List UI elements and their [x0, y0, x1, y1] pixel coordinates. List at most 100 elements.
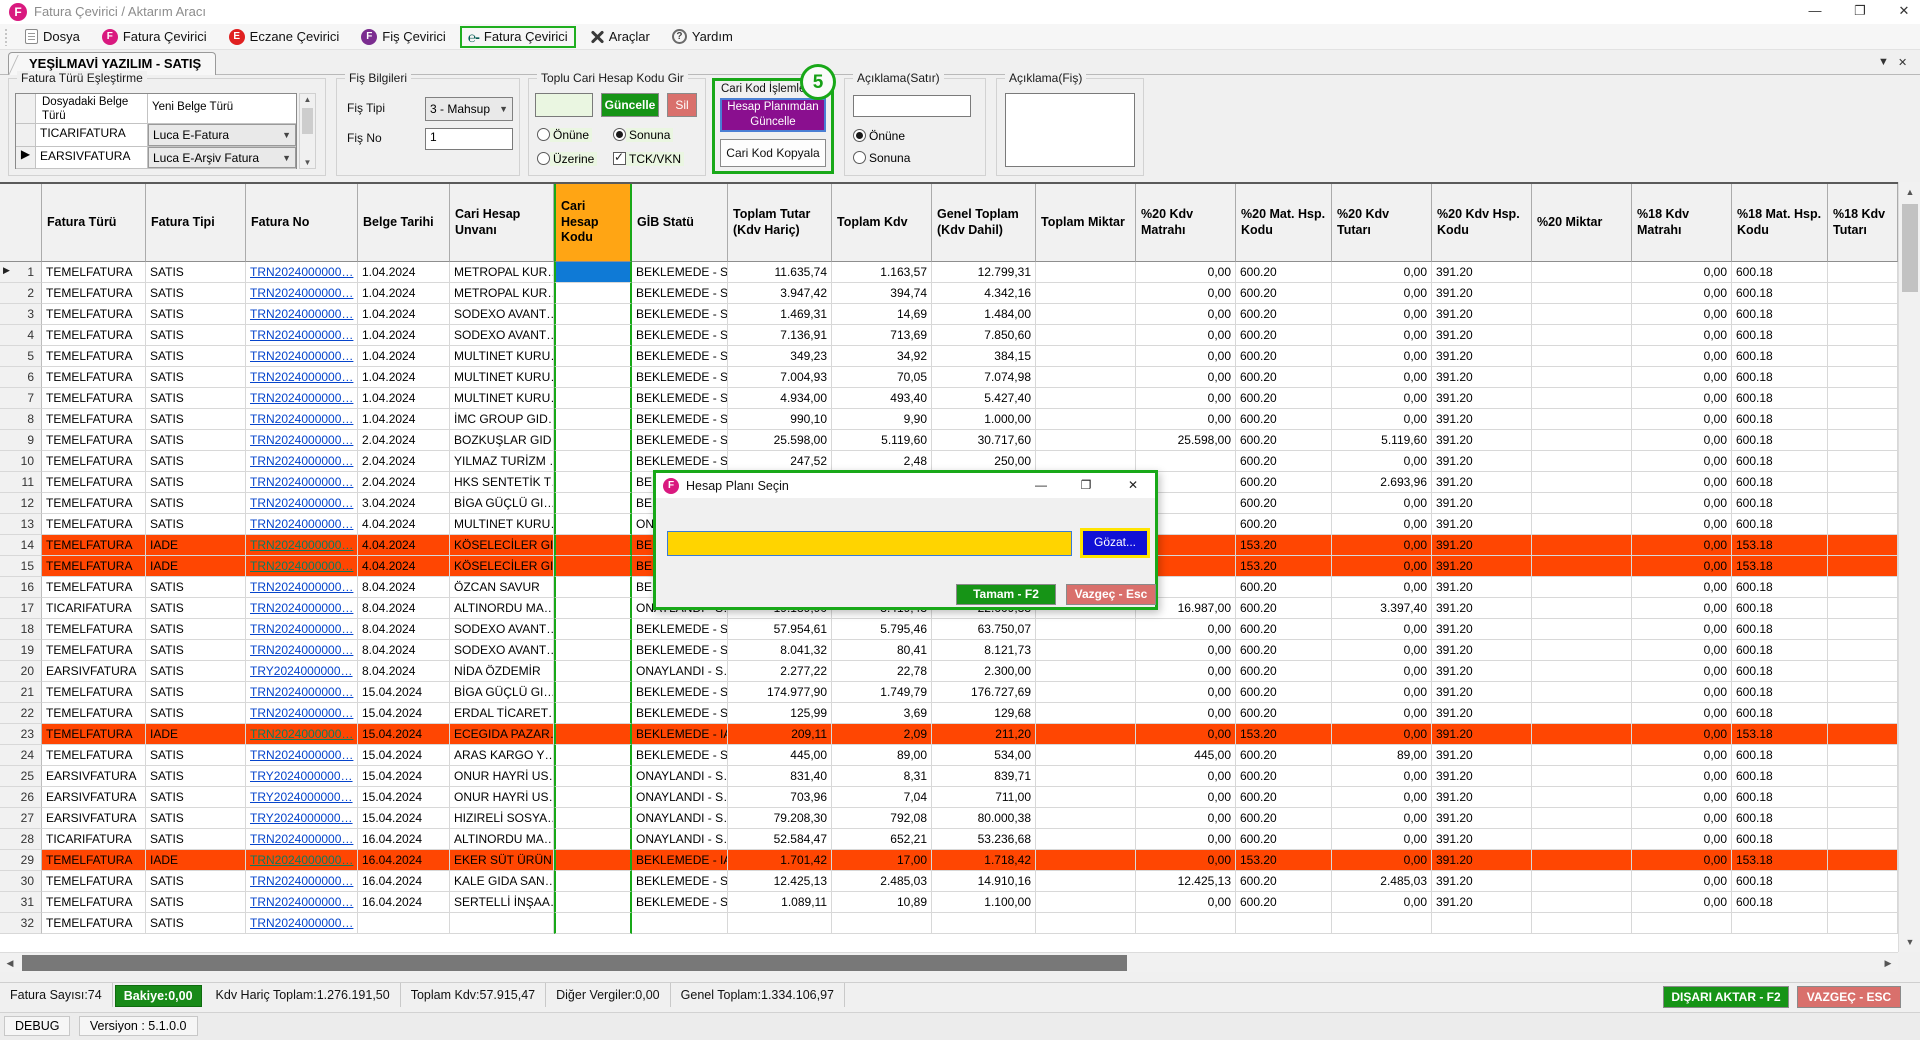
- cell-kdv18-matrahi[interactable]: 0,00: [1632, 388, 1732, 409]
- cell-mat18-hsp-kodu[interactable]: 600.18: [1732, 598, 1828, 619]
- chevron-down-icon[interactable]: ▼: [278, 130, 291, 140]
- cell-cari-hesap-kodu[interactable]: [554, 304, 632, 325]
- cell-kdv20-matrahi[interactable]: 0,00: [1136, 682, 1236, 703]
- cell-row-number[interactable]: 7: [0, 388, 42, 409]
- column-header-mat18-hsp-kodu[interactable]: %18 Mat. Hsp. Kodu: [1732, 184, 1828, 262]
- cell-kdv20-tutari[interactable]: 0,00: [1332, 808, 1432, 829]
- menu-item-4[interactable]: ℮-Fatura Çevirici: [460, 26, 576, 48]
- cell-kdv18-tutari[interactable]: [1828, 283, 1898, 304]
- cell-miktar20[interactable]: [1532, 535, 1632, 556]
- target-belge-turu-combo[interactable]: Luca E-Fatura ▼: [148, 124, 296, 146]
- cell-miktar20[interactable]: [1532, 808, 1632, 829]
- cell-mat20-hsp-kodu[interactable]: 153.20: [1236, 724, 1332, 745]
- cell-row-number[interactable]: 9: [0, 430, 42, 451]
- cell-kdv20-hsp-kodu[interactable]: 391.20: [1432, 661, 1532, 682]
- cell-fatura-turu[interactable]: TEMELFATURA: [42, 535, 146, 556]
- cell-genel-toplam[interactable]: 1.100,00: [932, 892, 1036, 913]
- cell-miktar20[interactable]: [1532, 577, 1632, 598]
- cell-toplam-miktar[interactable]: [1036, 703, 1136, 724]
- cell-kdv20-matrahi[interactable]: 445,00: [1136, 745, 1236, 766]
- cell-fatura-no[interactable]: TRN2024000000…: [246, 346, 358, 367]
- cell-fatura-tipi[interactable]: IADE: [146, 724, 246, 745]
- cell-belge-tarihi[interactable]: 1.04.2024: [358, 367, 450, 388]
- fatura-no-link[interactable]: TRN2024000000…: [250, 601, 353, 615]
- cell-fatura-tipi[interactable]: SATIS: [146, 913, 246, 934]
- cell-fatura-tipi[interactable]: SATIS: [146, 451, 246, 472]
- cell-fatura-no[interactable]: TRN2024000000…: [246, 493, 358, 514]
- cell-fatura-tipi[interactable]: SATIS: [146, 388, 246, 409]
- cell-mat20-hsp-kodu[interactable]: 153.20: [1236, 535, 1332, 556]
- menu-item-6[interactable]: ?Yardım: [664, 27, 741, 46]
- cell-miktar20[interactable]: [1532, 871, 1632, 892]
- cell-genel-toplam[interactable]: 534,00: [932, 745, 1036, 766]
- cell-mat20-hsp-kodu[interactable]: 600.20: [1236, 787, 1332, 808]
- cell-kdv20-matrahi[interactable]: 0,00: [1136, 367, 1236, 388]
- cell-fatura-turu[interactable]: TEMELFATURA: [42, 892, 146, 913]
- cell-miktar20[interactable]: [1532, 304, 1632, 325]
- cell-cari-hesap-unvani[interactable]: ALTINORDU MA…: [450, 829, 554, 850]
- scroll-down-icon[interactable]: ▼: [300, 158, 315, 167]
- cell-cari-hesap-unvani[interactable]: METROPAL KUR…: [450, 262, 554, 283]
- cell-kdv20-hsp-kodu[interactable]: 391.20: [1432, 829, 1532, 850]
- cell-cari-hesap-kodu[interactable]: [554, 262, 632, 283]
- cell-gib-statu[interactable]: ONAYLANDI - S…: [632, 808, 728, 829]
- cell-cari-hesap-unvani[interactable]: ECEGIDA PAZAR…: [450, 724, 554, 745]
- cell-kdv18-tutari[interactable]: [1828, 262, 1898, 283]
- cell-toplam-tutar[interactable]: 1.469,31: [728, 304, 832, 325]
- cell-kdv20-hsp-kodu[interactable]: 391.20: [1432, 388, 1532, 409]
- cell-toplam-miktar[interactable]: [1036, 871, 1136, 892]
- cell-kdv20-hsp-kodu[interactable]: 391.20: [1432, 304, 1532, 325]
- cell-belge-tarihi[interactable]: 1.04.2024: [358, 262, 450, 283]
- cell-row-number[interactable]: 8: [0, 409, 42, 430]
- column-header-kdv18-matrahi[interactable]: %18 Kdv Matrahı: [1632, 184, 1732, 262]
- hesap-planimdan-guncelle-button[interactable]: Hesap Planımdan Güncelle: [720, 98, 826, 132]
- sil-button[interactable]: Sil: [667, 93, 697, 117]
- cell-mat20-hsp-kodu[interactable]: 600.20: [1236, 598, 1332, 619]
- column-header-row-number[interactable]: [0, 184, 42, 262]
- cell-cari-hesap-kodu[interactable]: [554, 472, 632, 493]
- fatura-no-link[interactable]: TRN2024000000…: [250, 706, 353, 720]
- column-header-toplam-kdv[interactable]: Toplam Kdv: [832, 184, 932, 262]
- cell-kdv18-tutari[interactable]: [1828, 745, 1898, 766]
- cell-kdv20-hsp-kodu[interactable]: 391.20: [1432, 724, 1532, 745]
- fatura-no-link[interactable]: TRN2024000000…: [250, 475, 353, 489]
- vertical-scrollbar[interactable]: ▲ ▼: [1898, 182, 1920, 952]
- fatura-no-link[interactable]: TRN2024000000…: [250, 433, 353, 447]
- cell-kdv20-hsp-kodu[interactable]: 391.20: [1432, 283, 1532, 304]
- fatura-no-link[interactable]: TRN2024000000…: [250, 853, 353, 867]
- cell-kdv20-hsp-kodu[interactable]: 391.20: [1432, 262, 1532, 283]
- cell-kdv18-tutari[interactable]: [1828, 346, 1898, 367]
- radio-onune[interactable]: Önüne: [853, 127, 908, 145]
- cell-kdv18-matrahi[interactable]: 0,00: [1632, 430, 1732, 451]
- cell-fatura-tipi[interactable]: SATIS: [146, 661, 246, 682]
- cell-mat18-hsp-kodu[interactable]: 600.18: [1732, 409, 1828, 430]
- cell-kdv20-matrahi[interactable]: 0,00: [1136, 325, 1236, 346]
- cell-mat20-hsp-kodu[interactable]: 600.20: [1236, 766, 1332, 787]
- cari-kod-kopyala-button[interactable]: Cari Kod Kopyala: [720, 139, 826, 167]
- cell-cari-hesap-unvani[interactable]: EKER SÜT ÜRÜN…: [450, 850, 554, 871]
- cell-gib-statu[interactable]: BEKLEMEDE - SA…: [632, 367, 728, 388]
- cell-miktar20[interactable]: [1532, 787, 1632, 808]
- cell-genel-toplam[interactable]: 1.484,00: [932, 304, 1036, 325]
- cell-toplam-kdv[interactable]: 70,05: [832, 367, 932, 388]
- cell-kdv20-matrahi[interactable]: 0,00: [1136, 787, 1236, 808]
- cell-toplam-miktar[interactable]: [1036, 451, 1136, 472]
- scroll-up-icon[interactable]: ▲: [1899, 182, 1920, 202]
- cell-fatura-no[interactable]: TRN2024000000…: [246, 724, 358, 745]
- cell-toplam-kdv[interactable]: 394,74: [832, 283, 932, 304]
- cell-fatura-no[interactable]: TRN2024000000…: [246, 745, 358, 766]
- menu-item-2[interactable]: EEczane Çevirici: [221, 27, 348, 47]
- cell-gib-statu[interactable]: BEKLEMEDE - IA…: [632, 724, 728, 745]
- cell-fatura-no[interactable]: TRN2024000000…: [246, 367, 358, 388]
- cell-fatura-tipi[interactable]: SATIS: [146, 430, 246, 451]
- cell-fatura-no[interactable]: TRN2024000000…: [246, 514, 358, 535]
- cell-miktar20[interactable]: [1532, 262, 1632, 283]
- cell-kdv18-tutari[interactable]: [1828, 871, 1898, 892]
- cell-kdv20-matrahi[interactable]: 0,00: [1136, 619, 1236, 640]
- aciklama-fis-textarea[interactable]: [1005, 93, 1135, 167]
- cell-toplam-tutar[interactable]: 349,23: [728, 346, 832, 367]
- cell-toplam-tutar[interactable]: 2.277,22: [728, 661, 832, 682]
- cell-fatura-turu[interactable]: TEMELFATURA: [42, 703, 146, 724]
- cell-toplam-tutar[interactable]: 12.425,13: [728, 871, 832, 892]
- cell-kdv20-matrahi[interactable]: 0,00: [1136, 850, 1236, 871]
